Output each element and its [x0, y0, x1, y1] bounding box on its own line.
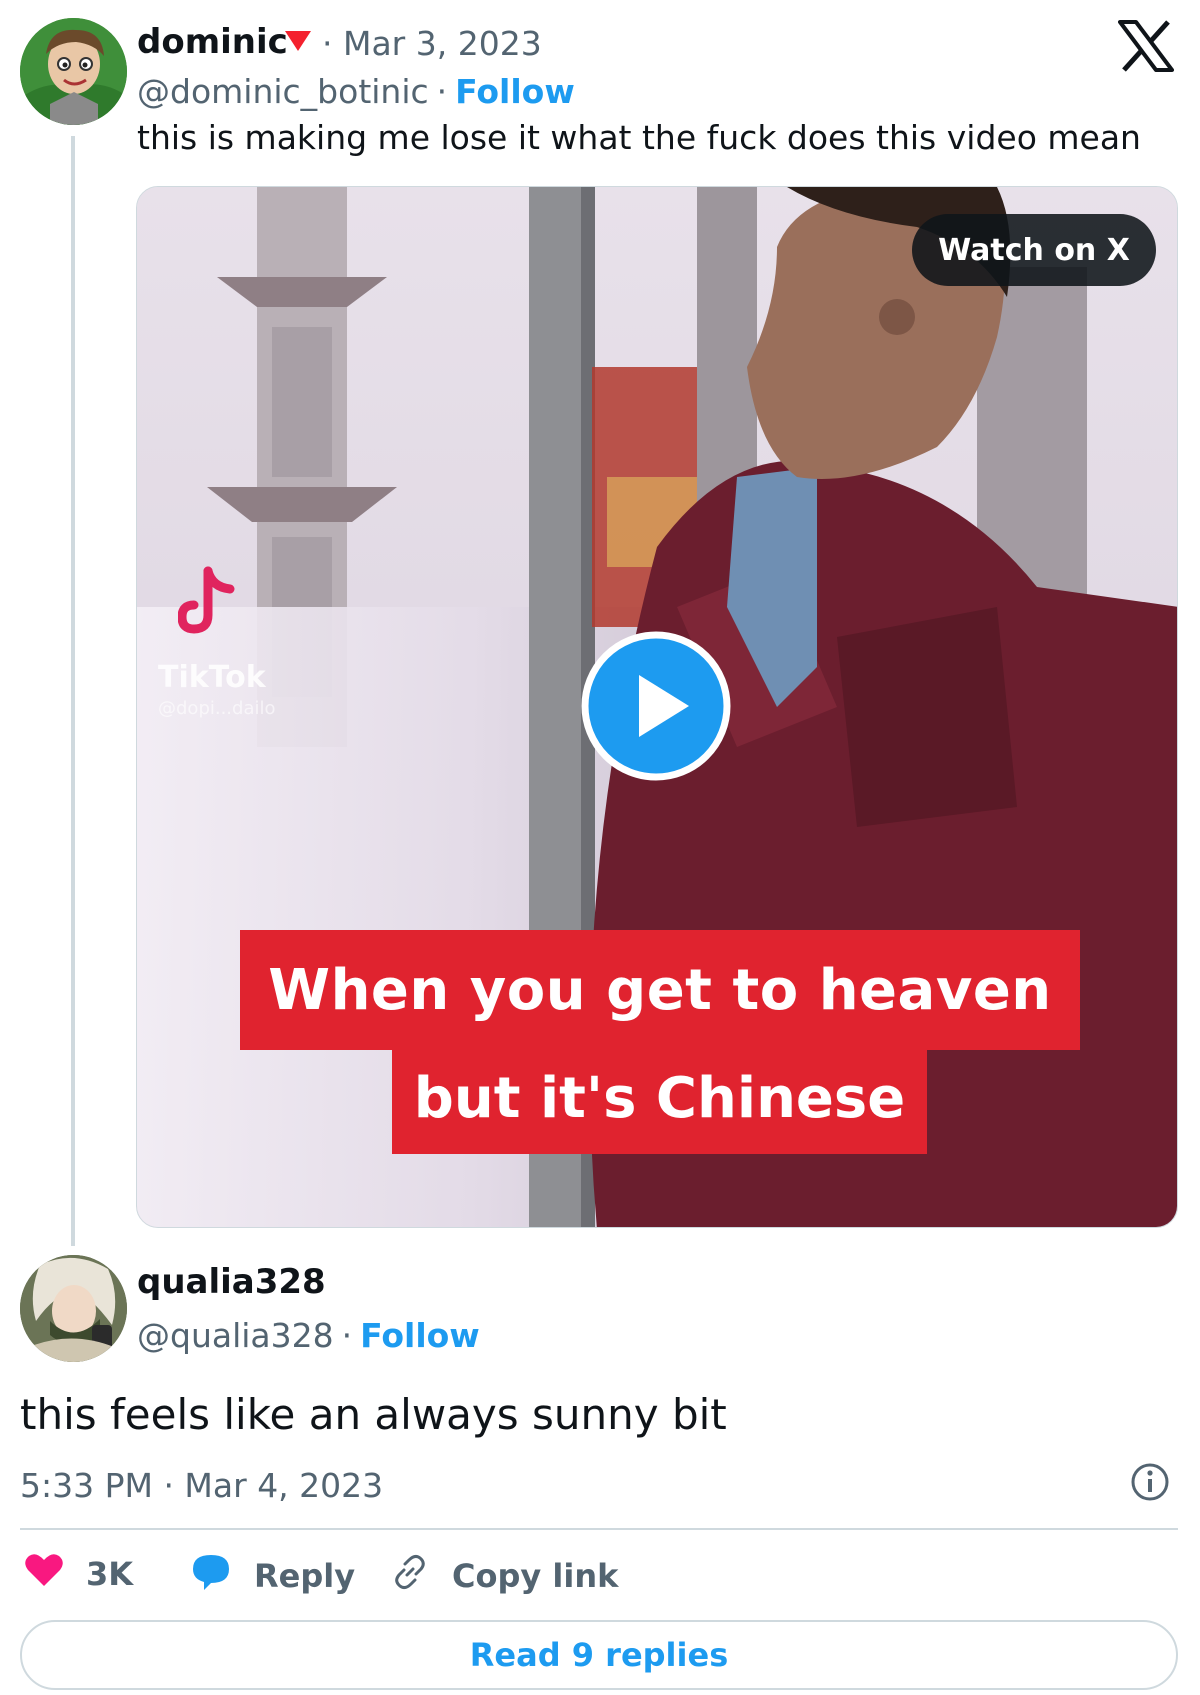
- video-caption-line-1: When you get to heaven: [240, 930, 1080, 1050]
- cartoon-avatar-image: [20, 18, 127, 125]
- reply-handle[interactable]: @qualia328: [137, 1316, 334, 1355]
- divider: [20, 1528, 1178, 1530]
- thread-connector-line: [71, 136, 75, 1246]
- play-icon: [581, 631, 731, 781]
- read-replies-button[interactable]: Read 9 replies: [20, 1620, 1178, 1690]
- parent-handle[interactable]: @dominic_botinic: [137, 72, 429, 111]
- separator-dot: ·: [341, 1316, 353, 1355]
- reply-label: Reply: [254, 1557, 356, 1595]
- x-logo-icon[interactable]: [1118, 20, 1174, 72]
- play-button[interactable]: [581, 631, 731, 781]
- reply-tweet-text: this feels like an always sunny bit: [20, 1390, 727, 1439]
- like-button[interactable]: 3K: [24, 1552, 133, 1596]
- separator-dot: ·: [436, 72, 448, 111]
- tiktok-watermark-handle: @dopi...dailo: [158, 698, 276, 719]
- copy-link-label: Copy link: [452, 1557, 619, 1595]
- parent-display-name[interactable]: dominic: [137, 22, 288, 62]
- anime-avatar-image: [20, 1255, 127, 1362]
- parent-avatar[interactable]: [20, 18, 127, 125]
- like-count: 3K: [86, 1555, 134, 1593]
- video-caption-line-2: but it's Chinese: [392, 1042, 927, 1154]
- reply-handle-row: @qualia328 · Follow: [137, 1316, 480, 1355]
- parent-tweet-text: this is making me lose it what the fuck …: [137, 118, 1141, 157]
- parent-follow-button[interactable]: Follow: [455, 72, 575, 111]
- link-icon: [390, 1552, 430, 1600]
- tiktok-logo-icon: [177, 565, 238, 639]
- tiktok-watermark-label: TikTok: [158, 660, 266, 695]
- watch-on-x-button[interactable]: Watch on X: [912, 214, 1156, 286]
- red-triangle-badge-icon: [283, 28, 313, 58]
- reply-display-name[interactable]: qualia328: [137, 1262, 326, 1302]
- parent-date[interactable]: · Mar 3, 2023: [322, 24, 542, 63]
- parent-handle-row: @dominic_botinic · Follow: [137, 72, 575, 111]
- info-icon[interactable]: [1130, 1462, 1170, 1502]
- reply-button[interactable]: Reply: [190, 1552, 355, 1600]
- reply-timestamp[interactable]: 5:33 PM · Mar 4, 2023: [20, 1466, 383, 1505]
- copy-link-button[interactable]: Copy link: [390, 1552, 618, 1600]
- heart-icon: [24, 1552, 64, 1596]
- reply-follow-button[interactable]: Follow: [360, 1316, 480, 1355]
- reply-avatar[interactable]: [20, 1255, 127, 1362]
- speech-bubble-icon: [190, 1552, 232, 1600]
